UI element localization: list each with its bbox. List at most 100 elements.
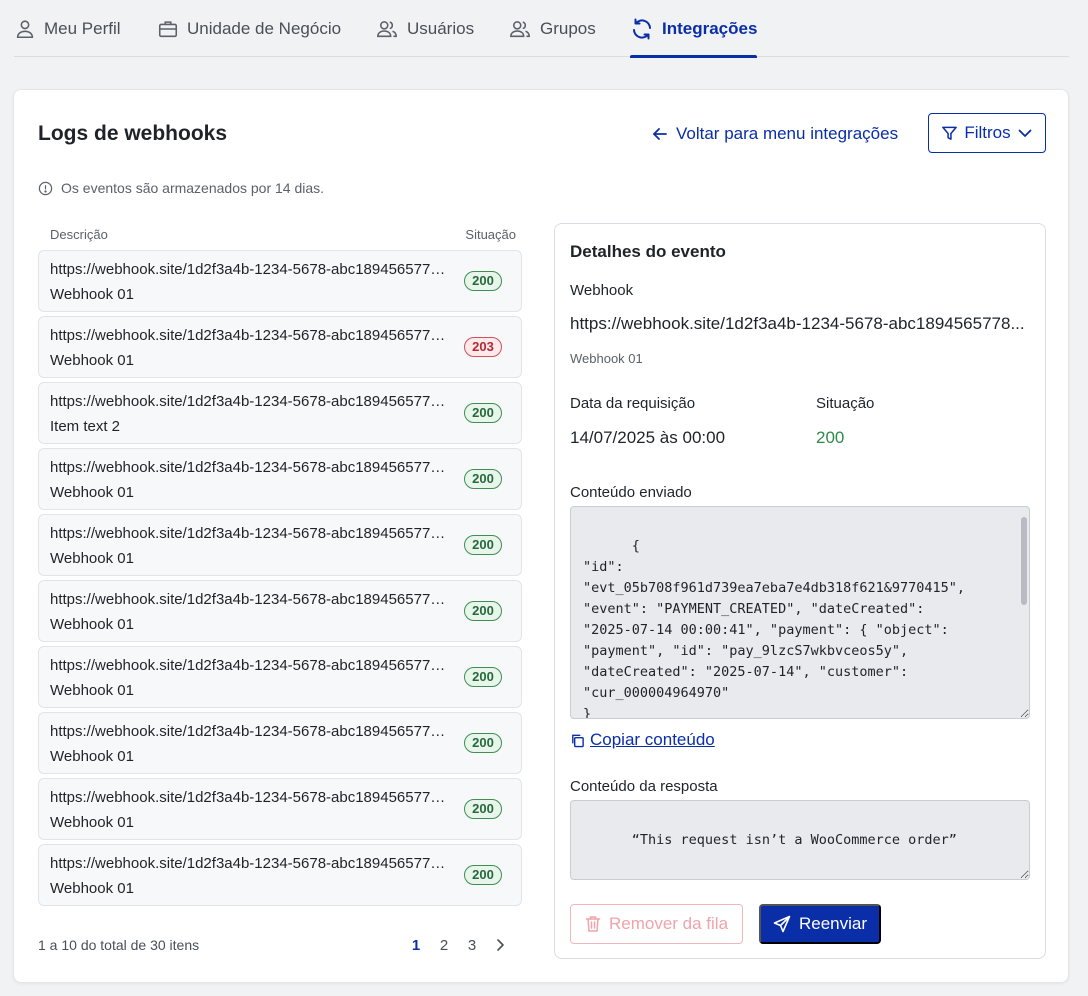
- event-details-panel: Detalhes do evento Webhook https://webho…: [554, 223, 1046, 959]
- trash-icon: [585, 915, 601, 933]
- event-url: https://webhook.site/1d2f3a4b-1234-5678-…: [50, 327, 450, 344]
- next-page-button[interactable]: [486, 938, 514, 952]
- resize-handle-icon[interactable]: [1020, 709, 1028, 717]
- resize-handle-icon[interactable]: [1020, 870, 1028, 878]
- status-badge: 200: [464, 403, 502, 423]
- event-url: https://webhook.site/1d2f3a4b-1234-5678-…: [50, 657, 450, 674]
- list-item[interactable]: https://webhook.site/1d2f3a4b-1234-5678-…: [38, 514, 522, 576]
- copy-content-link[interactable]: Copiar conteúdo: [570, 730, 715, 750]
- status-value: 200: [816, 428, 845, 447]
- event-webhook-name: Webhook 01: [50, 814, 134, 831]
- chevron-down-icon: [1017, 125, 1033, 141]
- back-link-label: Voltar para menu integrações: [676, 124, 899, 143]
- event-url: https://webhook.site/1d2f3a4b-1234-5678-…: [50, 393, 450, 410]
- event-url: https://webhook.site/1d2f3a4b-1234-5678-…: [50, 459, 450, 476]
- event-webhook-name: Webhook 01: [50, 484, 134, 501]
- list-item[interactable]: https://webhook.site/1d2f3a4b-1234-5678-…: [38, 448, 522, 510]
- back-to-integrations-link[interactable]: Voltar para menu integrações: [652, 122, 898, 146]
- response-content-textarea[interactable]: “This request isn’t a WooCommerce order”: [570, 800, 1030, 880]
- response-content-label: Conteúdo da resposta: [570, 778, 718, 795]
- list-header: Descrição Situação: [38, 227, 522, 243]
- status-label: Situação: [816, 395, 875, 412]
- event-list: https://webhook.site/1d2f3a4b-1234-5678-…: [38, 250, 522, 910]
- list-item[interactable]: https://webhook.site/1d2f3a4b-1234-5678-…: [38, 778, 522, 840]
- webhook-url: https://webhook.site/1d2f3a4b-1234-5678-…: [570, 314, 1025, 333]
- briefcase-icon: [157, 18, 179, 40]
- users-icon: [508, 18, 532, 40]
- tab-label: Grupos: [540, 18, 596, 38]
- copy-content-label: Copiar conteúdo: [590, 730, 715, 749]
- arrow-left-icon: [652, 126, 668, 142]
- tab-label: Integrações: [662, 18, 758, 38]
- chevron-right-icon: [493, 938, 507, 952]
- event-webhook-name: Webhook 01: [50, 550, 134, 567]
- sent-content-text: { "id": "evt_05b708f961d739ea7eba7e4db31…: [583, 538, 966, 719]
- event-webhook-name: Webhook 01: [50, 616, 134, 633]
- event-url: https://webhook.site/1d2f3a4b-1234-5678-…: [50, 591, 450, 608]
- tab-usuarios[interactable]: Usuários: [375, 0, 474, 57]
- info-note-text: Os eventos são armazenados por 14 dias.: [61, 180, 325, 196]
- status-badge: 200: [464, 667, 502, 687]
- event-webhook-name: Webhook 01: [50, 352, 134, 369]
- page-1-button[interactable]: 1: [402, 937, 430, 954]
- list-item[interactable]: https://webhook.site/1d2f3a4b-1234-5678-…: [38, 382, 522, 444]
- users-icon: [375, 18, 399, 40]
- event-webhook-name: Webhook 01: [50, 880, 134, 897]
- status-badge: 200: [464, 865, 502, 885]
- resend-label: Reenviar: [798, 914, 868, 933]
- event-webhook-name: Item text 2: [50, 418, 121, 435]
- webhook-logs-card: Logs de webhooks Voltar para menu integr…: [13, 89, 1069, 983]
- list-item[interactable]: https://webhook.site/1d2f3a4b-1234-5678-…: [38, 712, 522, 774]
- info-icon: [38, 181, 53, 196]
- event-webhook-name: Webhook 01: [50, 682, 134, 699]
- list-item[interactable]: https://webhook.site/1d2f3a4b-1234-5678-…: [38, 250, 522, 312]
- page-2-button[interactable]: 2: [430, 937, 458, 954]
- event-url: https://webhook.site/1d2f3a4b-1234-5678-…: [50, 855, 450, 872]
- status-badge: 200: [464, 799, 502, 819]
- copy-icon: [570, 733, 585, 748]
- remove-from-queue-button[interactable]: Remover da fila: [570, 904, 743, 944]
- status-badge: 200: [464, 535, 502, 555]
- tabs-nav: Meu Perfil Unidade de Negócio Usuários G…: [14, 0, 1069, 58]
- sent-content-textarea[interactable]: { "id": "evt_05b708f961d739ea7eba7e4db31…: [570, 506, 1030, 719]
- resend-button[interactable]: Reenviar: [759, 904, 881, 944]
- event-url: https://webhook.site/1d2f3a4b-1234-5678-…: [50, 525, 450, 542]
- sync-icon: [630, 17, 654, 41]
- scrollbar-thumb[interactable]: [1021, 517, 1027, 605]
- webhook-label: Webhook: [570, 282, 634, 299]
- send-icon: [773, 915, 791, 933]
- event-url: https://webhook.site/1d2f3a4b-1234-5678-…: [50, 261, 450, 278]
- request-date-value: 14/07/2025 às 00:00: [570, 428, 726, 447]
- event-url: https://webhook.site/1d2f3a4b-1234-5678-…: [50, 723, 450, 740]
- remove-from-queue-label: Remover da fila: [608, 914, 729, 933]
- status-badge: 200: [464, 271, 502, 291]
- status-badge: 200: [464, 469, 502, 489]
- sent-content-label: Conteúdo enviado: [570, 484, 692, 501]
- tab-integracoes[interactable]: Integrações: [630, 0, 758, 58]
- tab-unidade-de-negocio[interactable]: Unidade de Negócio: [157, 0, 341, 57]
- list-item[interactable]: https://webhook.site/1d2f3a4b-1234-5678-…: [38, 316, 522, 378]
- status-badge: 200: [464, 733, 502, 753]
- retention-info-note: Os eventos são armazenados por 14 dias.: [38, 179, 324, 197]
- list-item[interactable]: https://webhook.site/1d2f3a4b-1234-5678-…: [38, 646, 522, 708]
- status-badge: 203: [464, 337, 502, 357]
- page-title: Logs de webhooks: [38, 122, 228, 145]
- tab-label: Meu Perfil: [44, 18, 121, 38]
- tab-meu-perfil[interactable]: Meu Perfil: [14, 0, 121, 57]
- event-url: https://webhook.site/1d2f3a4b-1234-5678-…: [50, 789, 450, 806]
- list-item[interactable]: https://webhook.site/1d2f3a4b-1234-5678-…: [38, 844, 522, 906]
- filter-icon: [941, 125, 958, 142]
- page-3-button[interactable]: 3: [458, 937, 486, 954]
- tab-label: Usuários: [407, 18, 475, 38]
- column-header-status: Situação: [465, 227, 516, 242]
- filters-button[interactable]: Filtros: [928, 113, 1046, 153]
- column-header-description: Descrição: [50, 227, 108, 242]
- details-title: Detalhes do evento: [570, 242, 726, 261]
- list-item[interactable]: https://webhook.site/1d2f3a4b-1234-5678-…: [38, 580, 522, 642]
- event-webhook-name: Webhook 01: [50, 748, 134, 765]
- request-date-label: Data da requisição: [570, 395, 696, 412]
- tab-grupos[interactable]: Grupos: [508, 0, 596, 57]
- pagination: 1 2 3: [402, 933, 514, 957]
- tab-label: Unidade de Negócio: [187, 18, 342, 38]
- status-badge: 200: [464, 601, 502, 621]
